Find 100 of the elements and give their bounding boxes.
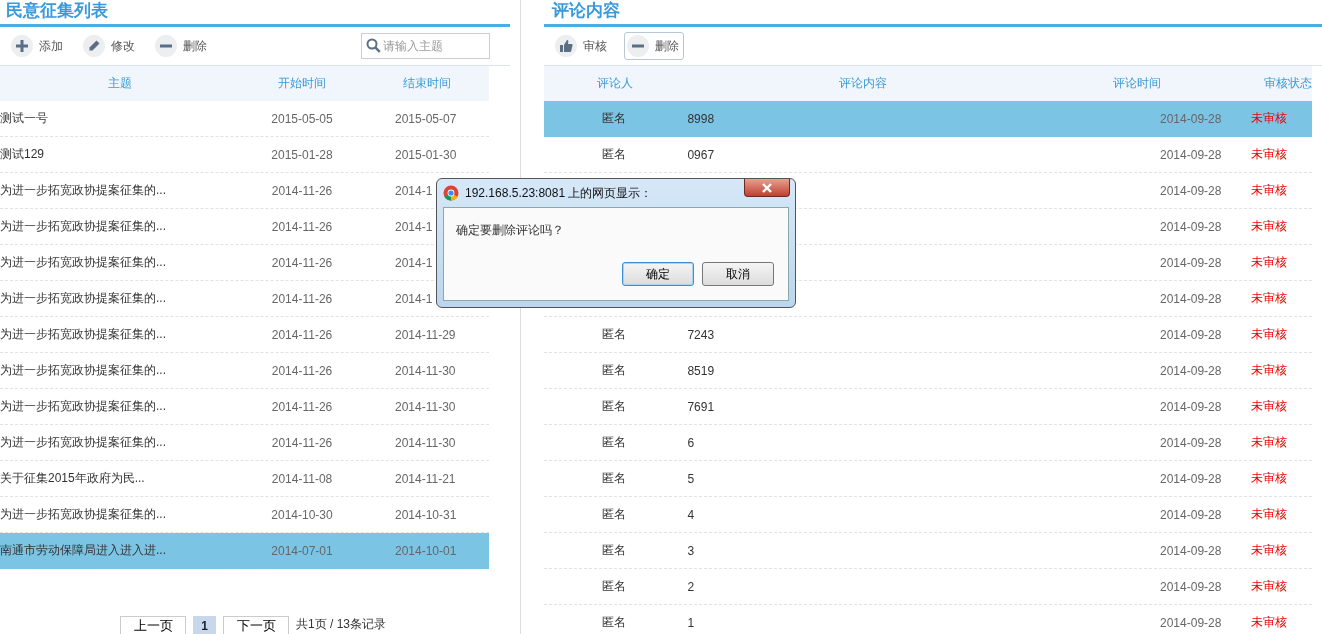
- table-cell: 为进一步拓宽政协提案征集的...: [0, 507, 166, 521]
- table-cell: 5: [687, 471, 695, 486]
- toolbar-button[interactable]: 修改: [80, 32, 140, 60]
- table-cell: 未审核: [1251, 399, 1288, 413]
- table-cell: 6: [687, 435, 695, 450]
- table-cell: 匿名: [601, 471, 626, 485]
- table-cell: 2014-09-28: [1160, 327, 1222, 342]
- record-count: 共1页 / 13条记录: [296, 616, 387, 633]
- table-cell: 未审核: [1251, 327, 1288, 341]
- table-cell: 未审核: [1251, 543, 1288, 557]
- selected-row[interactable]: 匿名 8998 2014-09-28 未审核: [544, 101, 1312, 137]
- page-number[interactable]: 1: [193, 616, 216, 634]
- table-cell: 2014-10-01: [395, 543, 457, 558]
- table-cell: 2: [687, 579, 695, 594]
- table-cell: 2014-11-26: [271, 219, 333, 234]
- toolbar-button[interactable]: 添加: [8, 32, 68, 60]
- table-cell: 2014-11-30: [395, 363, 456, 378]
- table-cell: 匿名: [601, 543, 626, 557]
- toolbar-button[interactable]: 审核: [552, 32, 612, 60]
- table-cell: 2014-09-28: [1160, 543, 1222, 558]
- table-cell: 2014-09-28: [1160, 399, 1222, 414]
- close-icon: [762, 182, 772, 193]
- table-cell: 1: [687, 615, 695, 630]
- table-cell: 2014-11-26: [271, 255, 333, 270]
- table-cell: 2014-09-28: [1160, 507, 1222, 522]
- table-cell: 2015-05-07: [395, 111, 457, 126]
- table-cell: 测试一号: [0, 111, 48, 125]
- table-cell: 3: [687, 543, 695, 558]
- table-cell: 2014-1: [395, 291, 433, 306]
- table-cell: 2014-11-21: [395, 471, 456, 486]
- table-cell: 未审核: [1251, 435, 1288, 449]
- table-cell: 2014-09-28: [1160, 291, 1222, 306]
- table-cell: 未审核: [1251, 471, 1288, 485]
- table-cell: 匿名: [601, 327, 626, 341]
- table-cell: 未审核: [1251, 579, 1288, 593]
- table-cell: 2015-05-05: [271, 111, 333, 126]
- table-cell: 2014-11-26: [271, 363, 333, 378]
- table-cell: 未审核: [1251, 183, 1288, 197]
- panel-title: 民意征集列表: [0, 0, 510, 27]
- table-cell: 2014-11-29: [395, 327, 456, 342]
- table-cell: 8998: [687, 111, 715, 126]
- table-cell: 2014-1: [395, 255, 433, 270]
- table-cell: 2014-09-28: [1160, 363, 1222, 378]
- next-page-button[interactable]: 下一页: [223, 616, 289, 634]
- table-cell: 2014-10-31: [395, 507, 457, 522]
- minus-icon: [155, 35, 177, 57]
- table-cell: 2014-07-01: [271, 543, 333, 558]
- table-cell: 为进一步拓宽政协提案征集的...: [0, 183, 166, 197]
- table-cell: 匿名: [601, 147, 626, 161]
- table-cell: 2014-11-26: [271, 291, 333, 306]
- table-cell: 匿名: [601, 363, 626, 377]
- table-cell: 2014-09-28: [1160, 183, 1222, 198]
- table-cell: 为进一步拓宽政协提案征集的...: [0, 219, 166, 233]
- table-cell: 2014-11-08: [271, 471, 333, 486]
- browser-logo-icon: [443, 185, 459, 201]
- close-button[interactable]: [744, 179, 790, 197]
- search-field[interactable]: 请输入主题: [361, 33, 490, 59]
- table-cell: 2014-09-28: [1160, 111, 1222, 126]
- table-cell: 未审核: [1251, 111, 1288, 125]
- table-cell: 匿名: [601, 111, 626, 125]
- table-cell: 2014-10-30: [271, 507, 333, 522]
- table-cell: 2014-11-26: [271, 399, 333, 414]
- table-cell: 未审核: [1251, 363, 1288, 377]
- table-cell: 未审核: [1251, 255, 1288, 269]
- table-cell: 未审核: [1251, 615, 1288, 629]
- table-cell: 2014-11-30: [395, 435, 456, 450]
- selected-row[interactable]: 南通市劳动保障局进入进入进... 2014-07-01 2014-10-01: [0, 533, 489, 569]
- table-cell: 2014-09-28: [1160, 255, 1222, 270]
- dialog-button[interactable]: 取消: [702, 262, 774, 286]
- table-cell: 未审核: [1251, 291, 1288, 305]
- toolbar-button[interactable]: 删除: [624, 32, 684, 60]
- pencil-icon: [83, 35, 105, 57]
- plus-icon: [11, 35, 33, 57]
- table-cell: 8519: [687, 363, 715, 378]
- table-cell: 0967: [687, 147, 715, 162]
- prev-page-button[interactable]: 上一页: [120, 616, 186, 634]
- table-cell: 2014-09-28: [1160, 615, 1222, 630]
- table-cell: 2014-09-28: [1160, 435, 1222, 450]
- dialog-button[interactable]: 确定: [622, 262, 694, 286]
- toolbar-button[interactable]: 删除: [152, 32, 212, 60]
- table-cell: 为进一步拓宽政协提案征集的...: [0, 399, 166, 413]
- table-cell: 为进一步拓宽政协提案征集的...: [0, 363, 166, 377]
- panel-title: 评论内容: [544, 0, 1322, 27]
- table-cell: 7243: [687, 327, 715, 342]
- table-cell: 7691: [687, 399, 715, 414]
- table-cell: 2015-01-28: [271, 147, 333, 162]
- table-cell: 未审核: [1251, 507, 1288, 521]
- table-cell: 匿名: [601, 615, 626, 629]
- minus-icon: [627, 35, 649, 57]
- table-cell: 2014-09-28: [1160, 219, 1222, 234]
- table-cell: 2014-09-28: [1160, 579, 1222, 594]
- table-cell: 关于征集2015年政府为民...: [0, 471, 145, 485]
- table-cell: 未审核: [1251, 219, 1288, 233]
- table-cell: 2014-09-28: [1160, 471, 1222, 486]
- table-cell: 南通市劳动保障局进入进入进...: [0, 543, 166, 557]
- table-cell: 2014-11-26: [271, 435, 333, 450]
- table-cell: 匿名: [601, 507, 626, 521]
- table-cell: 2014-11-26: [271, 183, 333, 198]
- table-cell: 为进一步拓宽政协提案征集的...: [0, 291, 166, 305]
- dialog-message: 确定要删除评论吗？: [456, 222, 565, 239]
